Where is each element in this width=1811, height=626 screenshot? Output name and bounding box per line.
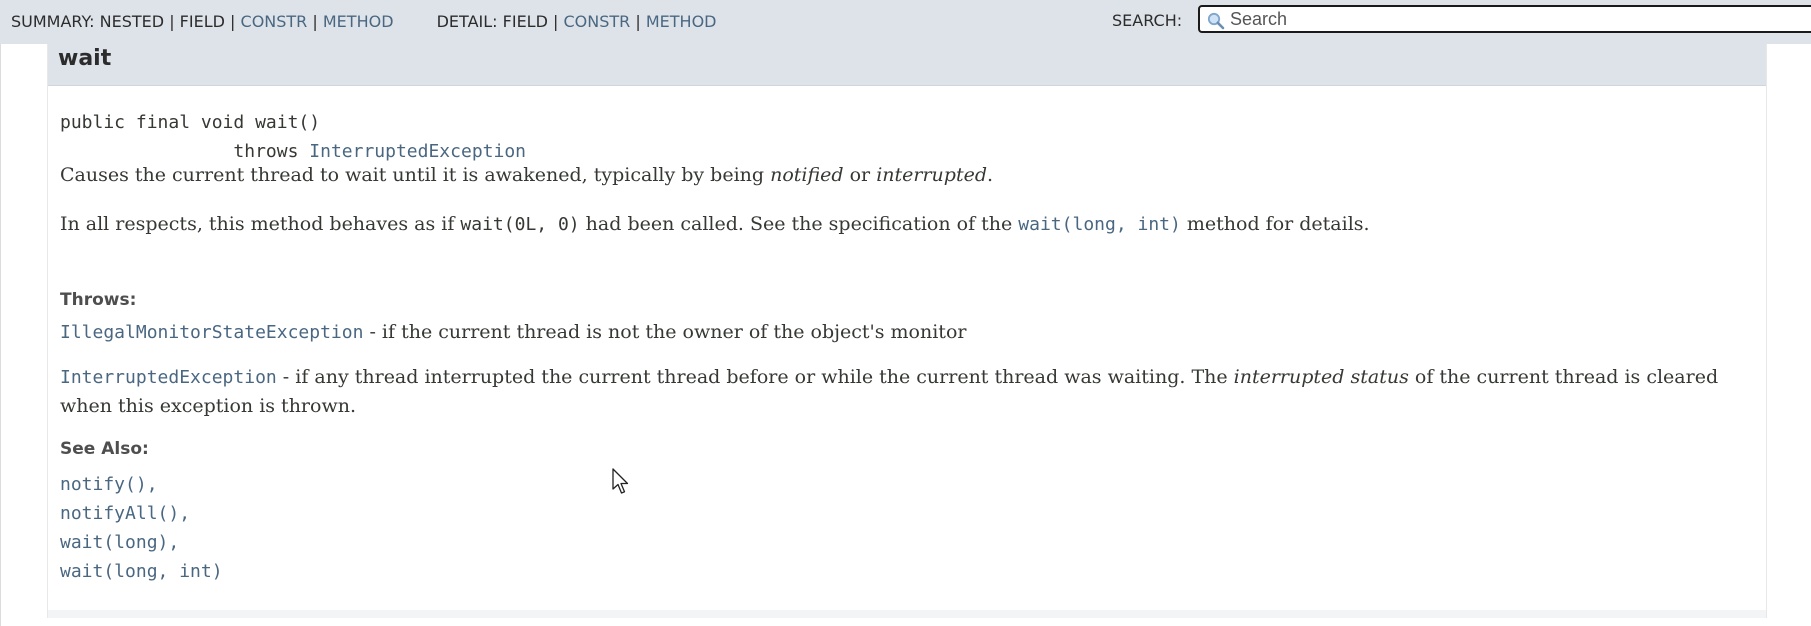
description-text: or bbox=[843, 164, 877, 186]
emphasis-notified: notified bbox=[770, 164, 844, 186]
see-also-notifyall-link[interactable]: notifyAll() bbox=[60, 503, 179, 524]
separator: , bbox=[168, 532, 180, 553]
separator: , bbox=[146, 474, 158, 495]
exception-type[interactable]: IllegalMonitorStateException bbox=[60, 322, 363, 343]
method-signature: public final void wait() throws Interrup… bbox=[60, 108, 526, 166]
see-also-item: notifyAll(), bbox=[60, 499, 223, 528]
separator: | bbox=[635, 12, 641, 31]
see-also-list: notify(), notifyAll(), wait(long), wait(… bbox=[60, 470, 223, 586]
description-text: method for details. bbox=[1180, 213, 1370, 235]
summary-label: SUMMARY: bbox=[11, 12, 95, 31]
summary-nested: NESTED bbox=[99, 12, 165, 31]
description-text: In all respects, this method behaves as … bbox=[60, 213, 461, 235]
method-title: wait bbox=[58, 46, 112, 71]
throws-item-2: InterruptedException - if any thread int… bbox=[60, 363, 1760, 421]
see-also-notify-link[interactable]: notify() bbox=[60, 474, 147, 495]
magnifier-icon bbox=[1207, 12, 1225, 30]
signature-exception-link[interactable]: InterruptedException bbox=[309, 141, 526, 162]
description-text: . bbox=[987, 164, 994, 186]
detail-method-link[interactable]: METHOD bbox=[646, 12, 717, 31]
inline-code: wait(0L, 0) bbox=[460, 214, 580, 235]
search-input[interactable] bbox=[1230, 9, 1800, 29]
detail-constr-link[interactable]: CONSTR bbox=[563, 12, 630, 31]
separator: | bbox=[230, 12, 236, 31]
detail-label: DETAIL: bbox=[436, 12, 498, 31]
summary-method-link[interactable]: METHOD bbox=[323, 12, 394, 31]
exception-type[interactable]: InterruptedException bbox=[60, 367, 277, 388]
description-text: Causes the current thread to wait until … bbox=[60, 164, 771, 186]
throws-description: - if the current thread is not the owner… bbox=[363, 321, 967, 343]
throws-item-1: IllegalMonitorStateException - if the cu… bbox=[60, 318, 1760, 347]
separator: | bbox=[169, 12, 175, 31]
summary-constr-link[interactable]: CONSTR bbox=[241, 12, 308, 31]
description-text: had been called. See the specification o… bbox=[579, 213, 1019, 235]
block-footer bbox=[48, 610, 1766, 618]
sub-navigation-bar: SUMMARY: NESTED | FIELD | CONSTR | METHO… bbox=[0, 0, 1811, 44]
throws-description: - if any thread interrupted the current … bbox=[276, 366, 1234, 388]
emphasis-interrupted: interrupted bbox=[876, 164, 987, 186]
wait-long-int-link: wait(long, int) bbox=[1018, 213, 1181, 235]
method-heading-bar: wait bbox=[48, 44, 1766, 86]
see-also-item: wait(long, int) bbox=[60, 557, 223, 586]
search-box[interactable] bbox=[1198, 5, 1811, 33]
mouse-pointer-icon bbox=[612, 468, 629, 494]
interrupted-exception-link: InterruptedException bbox=[60, 366, 277, 388]
see-also-wait-long-int-link[interactable]: wait(long, int) bbox=[60, 561, 223, 582]
description-paragraph-1: Causes the current thread to wait until … bbox=[60, 161, 993, 190]
see-also-item: wait(long), bbox=[60, 528, 223, 557]
see-also-item: notify(), bbox=[60, 470, 223, 499]
detail-field: FIELD bbox=[502, 12, 548, 31]
method-detail-block: wait public final void wait() throws Int… bbox=[47, 44, 1767, 618]
throws-label: Throws: bbox=[60, 290, 137, 310]
signature-line: public final void wait() bbox=[60, 112, 321, 133]
see-also-wait-long-link[interactable]: wait(long) bbox=[60, 532, 168, 553]
summary-field: FIELD bbox=[179, 12, 225, 31]
separator: | bbox=[312, 12, 318, 31]
separator: | bbox=[553, 12, 559, 31]
summary-detail-nav: SUMMARY: NESTED | FIELD | CONSTR | METHO… bbox=[11, 12, 716, 31]
separator: , bbox=[179, 503, 191, 524]
see-also-label: See Also: bbox=[60, 439, 149, 459]
emphasis-interrupted-status: interrupted status bbox=[1233, 366, 1409, 388]
description-paragraph-2: In all respects, this method behaves as … bbox=[60, 210, 1370, 239]
throws-keyword: throws bbox=[233, 141, 299, 162]
illegal-monitor-state-exception-link: IllegalMonitorStateException bbox=[60, 321, 363, 343]
link-code[interactable]: wait(long, int) bbox=[1018, 214, 1181, 235]
search-label: SEARCH: bbox=[1112, 11, 1183, 30]
